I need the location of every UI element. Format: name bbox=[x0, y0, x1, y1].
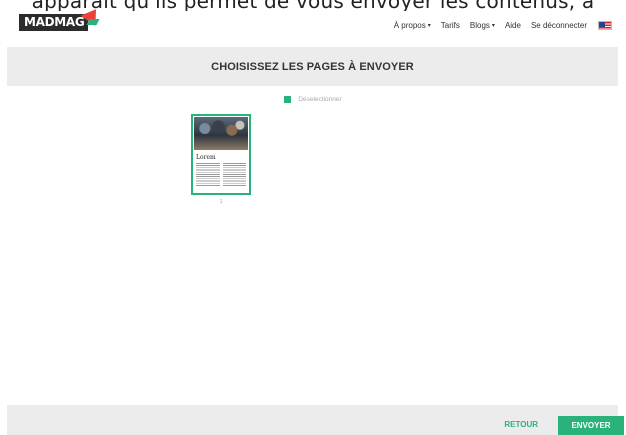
flag-logo-accent bbox=[86, 19, 100, 25]
text-column bbox=[196, 163, 220, 187]
page-thumbnail[interactable]: Lorem bbox=[191, 114, 251, 195]
page-heading: Lorem bbox=[196, 154, 216, 161]
us-flag-icon[interactable] bbox=[598, 21, 612, 30]
text-column bbox=[222, 163, 246, 187]
page-title: CHOISISSEZ LES PAGES À ENVOYER bbox=[211, 60, 414, 73]
nav-item-logout[interactable]: Se déconnecter bbox=[531, 21, 587, 30]
page-text-columns bbox=[194, 163, 248, 187]
footer-bar: RETOUR ENVOYER bbox=[7, 405, 624, 435]
logo[interactable]: MADMAG bbox=[19, 4, 104, 33]
nav-item-blogs[interactable]: Blogs ▾ bbox=[470, 21, 495, 30]
nav-item-tarifs[interactable]: Tarifs bbox=[441, 21, 460, 30]
back-button[interactable]: RETOUR bbox=[504, 420, 538, 429]
page-photo bbox=[194, 117, 248, 150]
caret-down-icon: ▾ bbox=[427, 23, 431, 29]
nav-menu: À propos ▾ Tarifs Blogs ▾ Aide Se déconn… bbox=[384, 21, 612, 30]
deselect-control[interactable]: Déselectionner bbox=[0, 96, 626, 103]
nav-item-a-propos[interactable]: À propos ▾ bbox=[394, 21, 431, 30]
navbar: MADMAG À propos ▾ Tarifs Blogs ▾ Aide Se… bbox=[0, 0, 626, 47]
caret-down-icon: ▾ bbox=[491, 23, 495, 29]
deselect-label: Déselectionner bbox=[298, 96, 342, 103]
page-header: CHOISISSEZ LES PAGES À ENVOYER bbox=[7, 47, 618, 86]
nav-item-aide[interactable]: Aide bbox=[505, 21, 521, 30]
page-number: 1 bbox=[219, 199, 223, 205]
send-button[interactable]: ENVOYER bbox=[558, 416, 624, 435]
checkbox-icon[interactable] bbox=[284, 96, 292, 103]
logo-text: MADMAG bbox=[19, 14, 89, 31]
